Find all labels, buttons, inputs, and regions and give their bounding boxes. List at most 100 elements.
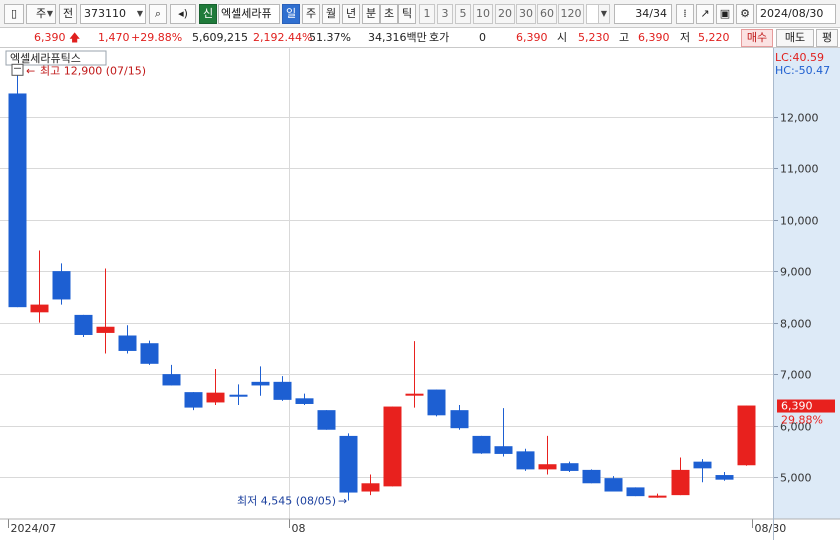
save-button[interactable]: ▣: [716, 4, 734, 24]
stock-name-label: 엑셀세라퓨: [221, 7, 272, 20]
count-button[interactable]: 5: [455, 4, 471, 24]
interval-week[interactable]: 주: [302, 4, 320, 24]
last-price-label: 6,390: [781, 400, 813, 413]
new-listing-badge-label: 신: [202, 7, 214, 20]
price-change-pct: +29.88%: [131, 31, 183, 44]
current-price: 6,390 🡅: [34, 30, 80, 46]
count-button[interactable]: 1: [419, 4, 435, 24]
date-tick-label: 2024/07: [11, 522, 57, 535]
avg-button[interactable]: 평: [816, 29, 838, 47]
calendar-icon: [11, 63, 24, 76]
toolbar: ▯ 주 ▼ 전 373110 ▼ ⌕ ◂) 신 엑셀세라퓨 일 주 월 년 분 초 …: [0, 0, 840, 28]
candle-body-up: [538, 464, 557, 470]
indicator-hc: HC:-50.47: [775, 64, 830, 77]
stock-code-input[interactable]: 373110 ▼: [80, 4, 146, 24]
candle-body-down: [472, 435, 491, 454]
count-label: 120: [560, 7, 582, 20]
draw-button[interactable]: ↗: [696, 4, 714, 24]
candle-body-down: [494, 446, 513, 454]
gear-icon: ⚙: [740, 7, 750, 20]
type-toggle[interactable]: 전: [59, 4, 77, 24]
candlestick-chart[interactable]: 5,0006,0007,0008,0009,00010,00011,00012,…: [0, 48, 840, 540]
candle-body-down: [162, 374, 181, 386]
date-tick-label: 08/30: [755, 522, 787, 535]
interval-day[interactable]: 일: [282, 4, 300, 24]
low-note-arrow: →: [338, 495, 347, 508]
chevron-down-icon: ▼: [600, 9, 607, 18]
candle-body-down: [118, 335, 137, 351]
interval-second[interactable]: 초: [380, 4, 398, 24]
candle-body-up: [671, 469, 690, 496]
search-button[interactable]: ⌕: [149, 4, 167, 24]
count-button[interactable]: 10: [473, 4, 493, 24]
volume-pct: 2,192.44%: [253, 31, 313, 44]
count-button[interactable]: 60: [537, 4, 557, 24]
candle-body-down: [450, 410, 469, 429]
interval-label: 월: [325, 7, 337, 20]
speaker-icon: ◂): [178, 7, 188, 20]
chart-title: 엑셀세라퓨틱스: [10, 52, 81, 65]
interval-year[interactable]: 년: [342, 4, 360, 24]
high-note: 최고 12,900 (07/15): [40, 64, 146, 77]
interval-label: 년: [345, 7, 357, 20]
candle-body-up: [383, 406, 402, 487]
candle-body-up: [96, 326, 115, 333]
layout-icon[interactable]: ▯: [4, 4, 24, 24]
page-indicator[interactable]: 34/34: [614, 4, 672, 24]
interval-label: 초: [383, 7, 395, 20]
sound-button[interactable]: ◂): [170, 4, 196, 24]
chart-area: 5,000 6,000 7,000 8,000 9,000 10,000 11,000 12,…: [0, 48, 840, 540]
candle-body-down: [516, 451, 535, 470]
interval-month[interactable]: 월: [322, 4, 340, 24]
date-input[interactable]: 2024/08/30: [756, 4, 836, 24]
count-label: 20: [498, 7, 512, 20]
high-price: 6,390: [638, 31, 670, 44]
count-button[interactable]: 3: [437, 4, 453, 24]
count-button[interactable]: 20: [495, 4, 515, 24]
settings-button[interactable]: ⚙: [736, 4, 754, 24]
count-label: 5: [459, 7, 467, 20]
candle-body-down: [715, 475, 734, 480]
count-dropdown[interactable]: ▼: [598, 4, 610, 24]
buy-button[interactable]: 매수: [741, 29, 773, 47]
type-toggle-label: 전: [62, 7, 74, 20]
low-note: 최저 4,545 (08/05): [237, 495, 336, 508]
candle-body-up: [361, 483, 380, 492]
interval-tick[interactable]: 틱: [398, 4, 416, 24]
interval-label: 주: [305, 7, 317, 20]
volume: 5,609,215: [192, 31, 248, 44]
save-icon: ▣: [719, 7, 731, 20]
interval-label: 틱: [401, 7, 413, 20]
period-select-label: 주: [35, 7, 47, 20]
interval-label: 일: [285, 7, 297, 20]
count-label: 10: [476, 7, 490, 20]
candle-body-down: [251, 381, 270, 386]
count-button[interactable]: 120: [558, 4, 584, 24]
crosshair-icon: ⁞: [683, 7, 687, 20]
count-button[interactable]: 30: [516, 4, 536, 24]
quote-bar: 6,390 🡅 1,470 +29.88% 5,609,215 2,192.44…: [0, 28, 840, 48]
price-tick-label: 11,000: [780, 163, 819, 176]
count-label: 60: [540, 7, 554, 20]
search-icon: ⌕: [154, 7, 162, 20]
candle-body-down: [74, 314, 93, 335]
crosshair-button[interactable]: ⁞: [676, 4, 694, 24]
stock-code-value: 373110: [84, 7, 126, 20]
open-price: 5,230: [578, 31, 610, 44]
chart-background: [0, 48, 840, 540]
candle-body-down: [604, 478, 623, 492]
candle-body-down: [273, 381, 292, 400]
ask-label: 호가: [429, 31, 450, 44]
count-label: 1: [423, 7, 431, 20]
period-select[interactable]: 주 ▼: [26, 4, 56, 24]
count-label: 3: [441, 7, 449, 20]
high-note-arrow: ←: [26, 64, 35, 77]
candle-body-down: [317, 410, 336, 430]
price-tick-label: 9,000: [780, 266, 812, 279]
candle-body-up: [30, 304, 49, 313]
chevron-down-icon: ▼: [136, 9, 143, 18]
candle-body-down: [582, 469, 601, 484]
interval-minute[interactable]: 분: [362, 4, 380, 24]
candle-body-up: [648, 495, 667, 498]
sell-button[interactable]: 매도: [776, 29, 814, 47]
